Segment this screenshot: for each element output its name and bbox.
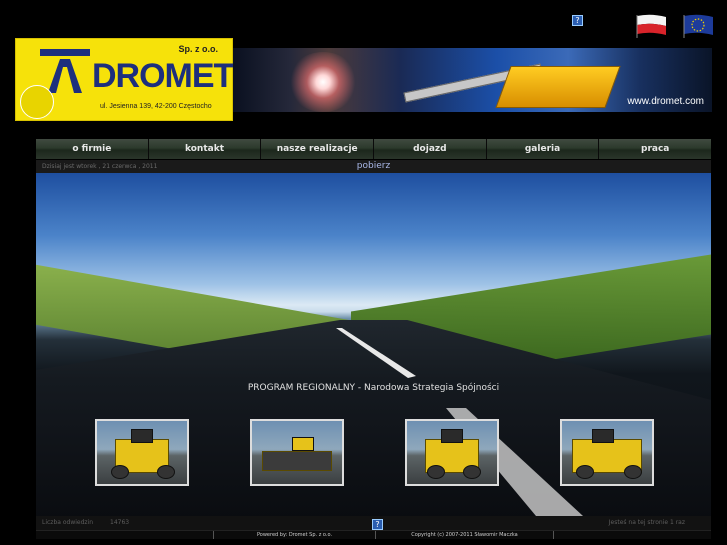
help-icon[interactable]: ? bbox=[372, 519, 383, 530]
paver-cab bbox=[292, 437, 314, 451]
hero-image: PROGRAM REGIONALNY - Narodowa Strategia … bbox=[36, 173, 711, 520]
roller-drum bbox=[157, 465, 175, 479]
powered-by: Powered by: Dromet Sp. z o.o. bbox=[214, 531, 376, 539]
company-address: ul. Jesienna 139, 42-200 Częstocho bbox=[100, 103, 212, 110]
company-name: DROMET bbox=[92, 57, 234, 95]
visits-count: 14763 bbox=[110, 519, 130, 526]
header-banner: www.dromet.com bbox=[233, 48, 712, 112]
visits-label: Liczba odwiedzin bbox=[42, 519, 94, 526]
light-flare bbox=[288, 52, 358, 112]
download-link[interactable]: pobierz bbox=[36, 160, 711, 173]
nav-item-kontakt[interactable]: kontakt bbox=[148, 139, 262, 159]
paver-wheel bbox=[576, 465, 594, 479]
footer-cell bbox=[36, 531, 214, 539]
nav-item-galeria[interactable]: galeria bbox=[486, 139, 600, 159]
nav-item-dojazd[interactable]: dojazd bbox=[374, 139, 487, 159]
company-logo[interactable]: Sp. z o.o. DROMET ul. Jesienna 139, 42-2… bbox=[15, 38, 234, 121]
thumbnail-2[interactable] bbox=[250, 419, 344, 486]
eu-flag-icon[interactable] bbox=[682, 13, 715, 38]
paver-cab bbox=[592, 429, 614, 443]
footer-cell bbox=[554, 531, 711, 539]
paver-wheel bbox=[427, 465, 445, 479]
visit-info: Jesteś na tej stronie 1 raz bbox=[608, 519, 685, 526]
hero-caption: PROGRAM REGIONALNY - Narodowa Strategia … bbox=[247, 383, 500, 393]
info-bar: Dzisiaj jest wtorek , 21 czerwca , 2011 … bbox=[36, 160, 711, 173]
site-header: Sp. z o.o. DROMET ul. Jesienna 139, 42-2… bbox=[15, 38, 712, 122]
certificate-badge-icon bbox=[20, 85, 54, 119]
thumbnail-1[interactable] bbox=[95, 419, 189, 486]
help-icon[interactable]: ? bbox=[572, 15, 583, 26]
paver-cab bbox=[441, 429, 463, 443]
poland-flag-icon[interactable] bbox=[635, 13, 668, 38]
paver-wheel bbox=[463, 465, 481, 479]
roller-drum bbox=[111, 465, 129, 479]
paver-wheel bbox=[624, 465, 642, 479]
main-navigation: o firmie kontakt nasze realizacje dojazd… bbox=[36, 139, 712, 160]
nav-item-o-firmie[interactable]: o firmie bbox=[36, 139, 149, 159]
footer: Powered by: Dromet Sp. z o.o. Copyright … bbox=[36, 530, 711, 539]
thumbnail-4[interactable] bbox=[560, 419, 654, 486]
roller-cab bbox=[131, 429, 153, 443]
main-frame: o firmie kontakt nasze realizacje dojazd… bbox=[36, 139, 712, 539]
copyright: Copyright (c) 2007-2011 Sławomir Maczka bbox=[376, 531, 554, 539]
stats-bar: Liczba odwiedzin 14763 ? Jesteś na tej s… bbox=[36, 516, 711, 530]
thumbnail-3[interactable] bbox=[405, 419, 499, 486]
road-logo-icon bbox=[40, 49, 90, 93]
paver-machine bbox=[495, 66, 621, 108]
nav-item-praca[interactable]: praca bbox=[599, 139, 712, 159]
legal-form: Sp. z o.o. bbox=[178, 44, 219, 54]
nav-item-nasze-realizacje[interactable]: nasze realizacje bbox=[261, 139, 375, 159]
site-url[interactable]: www.dromet.com bbox=[627, 96, 704, 107]
asphalt-strip bbox=[262, 451, 332, 471]
